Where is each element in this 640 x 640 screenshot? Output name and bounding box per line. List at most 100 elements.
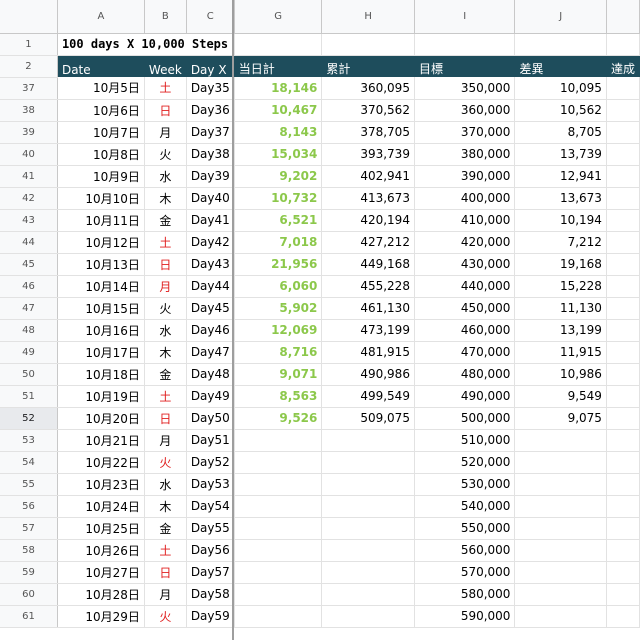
column-header-J[interactable]: J — [514, 0, 607, 34]
cumulative-cell[interactable] — [321, 473, 415, 496]
row-number[interactable]: 37 — [0, 77, 58, 100]
goal-cell[interactable]: 500,000 — [414, 407, 516, 430]
date-cell[interactable]: 10月25日 — [57, 517, 145, 540]
week-cell[interactable]: 金 — [144, 363, 187, 386]
row-number[interactable]: 44 — [0, 231, 58, 254]
day-x-cell[interactable]: Day40 — [186, 187, 235, 210]
achievement-cell[interactable] — [606, 539, 640, 562]
achievement-cell[interactable] — [606, 121, 640, 144]
week-cell[interactable]: 土 — [144, 77, 187, 100]
day-x-cell[interactable]: Day50 — [186, 407, 235, 430]
row-number[interactable]: 60 — [0, 583, 58, 606]
goal-cell[interactable]: 550,000 — [414, 517, 516, 540]
header-day-x[interactable]: Day X — [186, 55, 235, 77]
date-cell[interactable]: 10月12日 — [57, 231, 145, 254]
daily-steps-cell[interactable] — [234, 539, 323, 562]
difference-cell[interactable] — [514, 517, 607, 540]
date-cell[interactable]: 10月23日 — [57, 473, 145, 496]
daily-steps-cell[interactable] — [234, 429, 323, 452]
day-x-cell[interactable]: Day51 — [186, 429, 235, 452]
goal-cell[interactable]: 460,000 — [414, 319, 516, 342]
sheet-title[interactable]: 100 days X 10,000 Steps — [57, 33, 235, 56]
row-number[interactable]: 1 — [0, 33, 58, 56]
goal-cell[interactable]: 350,000 — [414, 77, 516, 100]
date-cell[interactable]: 10月11日 — [57, 209, 145, 232]
day-x-cell[interactable]: Day38 — [186, 143, 235, 166]
achievement-cell[interactable] — [606, 165, 640, 188]
day-x-cell[interactable]: Day35 — [186, 77, 235, 100]
daily-steps-cell[interactable]: 8,143 — [234, 121, 323, 144]
cumulative-cell[interactable]: 378,705 — [321, 121, 415, 144]
achievement-cell[interactable] — [606, 605, 640, 628]
achievement-cell[interactable] — [606, 407, 640, 430]
cumulative-cell[interactable]: 370,562 — [321, 99, 415, 122]
daily-steps-cell[interactable]: 10,467 — [234, 99, 323, 122]
difference-cell[interactable]: 12,941 — [514, 165, 607, 188]
week-cell[interactable]: 金 — [144, 209, 187, 232]
week-cell[interactable]: 木 — [144, 187, 187, 210]
row-number[interactable]: 42 — [0, 187, 58, 210]
cell[interactable] — [414, 33, 516, 56]
difference-cell[interactable]: 10,194 — [514, 209, 607, 232]
week-cell[interactable]: 日 — [144, 407, 187, 430]
cell[interactable] — [606, 33, 640, 56]
row-number[interactable]: 46 — [0, 275, 58, 298]
goal-cell[interactable]: 510,000 — [414, 429, 516, 452]
daily-steps-cell[interactable]: 5,902 — [234, 297, 323, 320]
difference-cell[interactable] — [514, 539, 607, 562]
cumulative-cell[interactable] — [321, 495, 415, 518]
date-cell[interactable]: 10月29日 — [57, 605, 145, 628]
cumulative-cell[interactable] — [321, 561, 415, 584]
date-cell[interactable]: 10月17日 — [57, 341, 145, 364]
achievement-cell[interactable] — [606, 363, 640, 386]
achievement-cell[interactable] — [606, 143, 640, 166]
week-cell[interactable]: 木 — [144, 341, 187, 364]
row-number[interactable]: 50 — [0, 363, 58, 386]
week-cell[interactable]: 月 — [144, 275, 187, 298]
header-difference[interactable]: 差異 — [514, 55, 607, 77]
cell[interactable] — [234, 33, 323, 56]
date-cell[interactable]: 10月7日 — [57, 121, 145, 144]
daily-steps-cell[interactable]: 15,034 — [234, 143, 323, 166]
difference-cell[interactable] — [514, 561, 607, 584]
cell[interactable] — [514, 33, 607, 56]
difference-cell[interactable]: 10,562 — [514, 99, 607, 122]
day-x-cell[interactable]: Day59 — [186, 605, 235, 628]
cumulative-cell[interactable] — [321, 539, 415, 562]
goal-cell[interactable]: 480,000 — [414, 363, 516, 386]
week-cell[interactable]: 土 — [144, 385, 187, 408]
goal-cell[interactable]: 430,000 — [414, 253, 516, 276]
daily-steps-cell[interactable]: 18,146 — [234, 77, 323, 100]
week-cell[interactable]: 日 — [144, 253, 187, 276]
daily-steps-cell[interactable] — [234, 517, 323, 540]
difference-cell[interactable]: 8,705 — [514, 121, 607, 144]
achievement-cell[interactable] — [606, 385, 640, 408]
week-cell[interactable]: 日 — [144, 561, 187, 584]
difference-cell[interactable]: 15,228 — [514, 275, 607, 298]
difference-cell[interactable]: 10,986 — [514, 363, 607, 386]
row-number[interactable]: 57 — [0, 517, 58, 540]
cumulative-cell[interactable]: 455,228 — [321, 275, 415, 298]
daily-steps-cell[interactable]: 8,563 — [234, 385, 323, 408]
day-x-cell[interactable]: Day45 — [186, 297, 235, 320]
goal-cell[interactable]: 530,000 — [414, 473, 516, 496]
daily-steps-cell[interactable] — [234, 561, 323, 584]
row-number[interactable]: 51 — [0, 385, 58, 408]
achievement-cell[interactable] — [606, 473, 640, 496]
row-number[interactable]: 52 — [0, 407, 58, 430]
difference-cell[interactable] — [514, 429, 607, 452]
date-cell[interactable]: 10月24日 — [57, 495, 145, 518]
cumulative-cell[interactable]: 393,739 — [321, 143, 415, 166]
goal-cell[interactable]: 570,000 — [414, 561, 516, 584]
achievement-cell[interactable] — [606, 99, 640, 122]
cumulative-cell[interactable] — [321, 429, 415, 452]
cumulative-cell[interactable]: 402,941 — [321, 165, 415, 188]
day-x-cell[interactable]: Day47 — [186, 341, 235, 364]
daily-steps-cell[interactable] — [234, 495, 323, 518]
goal-cell[interactable]: 450,000 — [414, 297, 516, 320]
date-cell[interactable]: 10月14日 — [57, 275, 145, 298]
date-cell[interactable]: 10月10日 — [57, 187, 145, 210]
day-x-cell[interactable]: Day48 — [186, 363, 235, 386]
achievement-cell[interactable] — [606, 517, 640, 540]
week-cell[interactable]: 月 — [144, 429, 187, 452]
